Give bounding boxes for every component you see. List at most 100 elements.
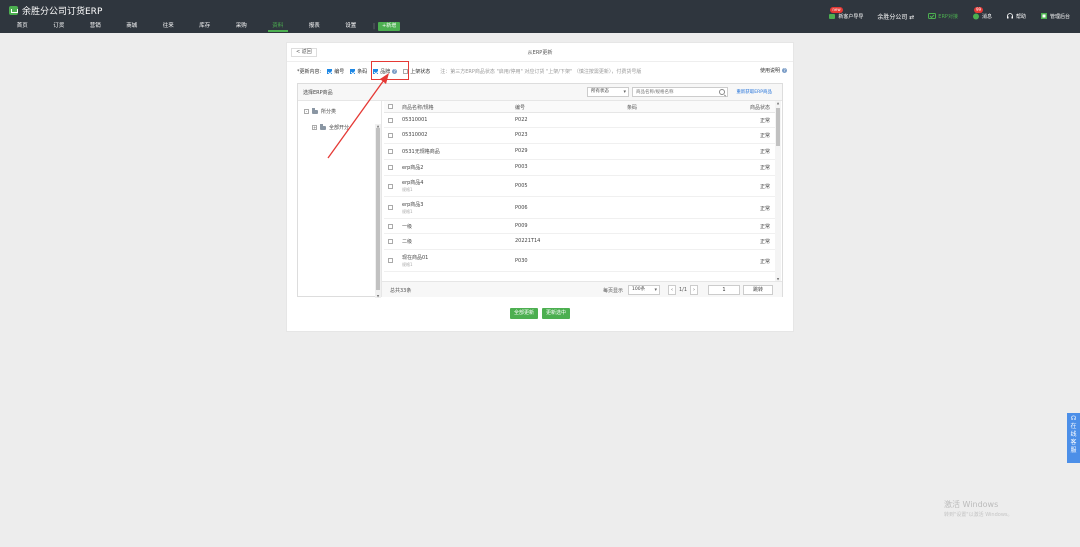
cell-name: 05310001 xyxy=(402,117,428,123)
messages-button[interactable]: 99 消息 xyxy=(972,7,992,20)
cell-status: 正常 xyxy=(759,224,770,230)
cell-code: P006 xyxy=(515,205,528,211)
row-checkbox[interactable] xyxy=(388,165,393,170)
go-to-page-button[interactable]: 跳转 xyxy=(743,285,773,295)
action-bar: 全部更新 更新选中 xyxy=(287,308,793,319)
erp-link[interactable]: ERP对接 xyxy=(928,12,958,20)
per-page-select[interactable]: 100条 xyxy=(628,285,660,295)
admin-button[interactable]: 管理后台 xyxy=(1040,12,1070,20)
col-code: 编号 xyxy=(515,105,526,111)
cell-status: 正常 xyxy=(759,118,770,124)
nav-item-home[interactable]: 首页 xyxy=(4,19,41,33)
page-title: 从ERP更新 xyxy=(527,50,553,56)
table-row[interactable]: erp商品2 P003 正常 xyxy=(384,160,776,176)
nav-item-inventory[interactable]: 库存 xyxy=(187,19,224,33)
update-options-label: *更新内容: xyxy=(297,68,322,75)
divider xyxy=(287,61,793,62)
guide-icon: new xyxy=(828,7,843,20)
cell-name: erp商品2 xyxy=(402,165,424,171)
row-checkbox[interactable] xyxy=(388,224,393,229)
nav-item-purchase[interactable]: 采购 xyxy=(223,19,260,33)
table-row[interactable]: 05310002 P023 正常 xyxy=(384,128,776,144)
cell-code: P029 xyxy=(515,148,528,154)
row-checkbox[interactable] xyxy=(388,184,393,189)
option-shelf-status-label: 上架状态 xyxy=(410,68,431,75)
cell-status: 正常 xyxy=(759,184,770,190)
company-switcher[interactable]: 余胜分公司 ⇄ xyxy=(877,12,914,21)
next-page-button[interactable]: › xyxy=(690,285,699,295)
help-link[interactable]: 使用说明 ? xyxy=(760,67,787,74)
chat-char: 服 xyxy=(1070,447,1077,454)
activation-watermark-text: 转到"设置"以激活 Windows。 xyxy=(944,512,1013,518)
table-row[interactable]: erp商品4 规格1 P005 正常 xyxy=(384,176,776,197)
search-icon[interactable] xyxy=(719,89,725,95)
nav-item-data[interactable]: 资料 xyxy=(260,19,297,33)
folder-icon xyxy=(312,108,318,114)
new-button[interactable]: +新增 xyxy=(378,21,401,31)
table-row[interactable]: erp商品3 规格1 P006 正常 xyxy=(384,197,776,219)
col-status: 商品状态 xyxy=(749,105,770,111)
prev-page-button[interactable]: ‹ xyxy=(668,285,676,295)
cell-code: P003 xyxy=(515,164,528,170)
chat-icon: ☊ xyxy=(1070,415,1077,422)
cell-name: erp商品4 xyxy=(402,180,424,186)
cell-name: 一级 xyxy=(402,224,413,230)
search-input[interactable] xyxy=(633,88,715,97)
arrow-line xyxy=(327,79,385,159)
cell-name: 05310002 xyxy=(402,132,428,138)
cell-status: 正常 xyxy=(759,206,770,212)
main-nav: 首页 订货 营销 商城 往来 库存 采购 资料 报表 设置 | +新增 xyxy=(0,19,401,33)
refetch-erp-link[interactable]: 重新获取ERP商品 xyxy=(736,89,772,95)
row-checkbox[interactable] xyxy=(388,239,393,244)
brand[interactable]: 余胜分公司订货ERP xyxy=(9,4,102,17)
help-button[interactable]: 帮助 xyxy=(1006,12,1026,20)
nav-item-reports[interactable]: 报表 xyxy=(296,19,333,33)
nav-item-settings[interactable]: 设置 xyxy=(333,19,370,33)
page-info: 1/1 xyxy=(679,287,688,293)
admin-icon xyxy=(1040,12,1048,20)
col-barcode: 条码 xyxy=(627,105,638,111)
table-row[interactable]: 一级 P009 正常 xyxy=(384,219,776,234)
product-table: 商品名称/规格 编号 条码 商品状态 05310001 P022 正常 0531… xyxy=(384,101,782,281)
new-badge: new xyxy=(830,7,843,13)
update-selected-button[interactable]: 更新选中 xyxy=(542,308,571,319)
table-footer: 总共33条 每页显示 100条 ‹ 1/1 › 1 跳转 xyxy=(382,281,782,297)
erp-link-label: ERP对接 xyxy=(938,13,958,20)
option-note: 注：第三方ERP商品状态 "启用/停用" 对应订货 "上架/下架" （慎注按需更… xyxy=(440,68,642,75)
chat-char: 线 xyxy=(1070,431,1077,438)
collapse-icon[interactable]: - xyxy=(304,109,309,114)
arrow-head xyxy=(380,73,389,84)
admin-label: 管理后台 xyxy=(1049,13,1070,20)
activation-watermark-title: 激活 Windows xyxy=(944,500,999,509)
link-icon xyxy=(928,12,937,20)
nav-separator: | xyxy=(373,22,376,30)
online-service-button[interactable]: ☊ 在 线 客 服 xyxy=(1067,413,1080,463)
expand-icon[interactable]: + xyxy=(312,125,317,130)
update-all-button[interactable]: 全部更新 xyxy=(509,308,538,319)
cell-status: 正常 xyxy=(759,259,770,265)
table-row[interactable]: 二级 20221T14 正常 xyxy=(384,234,776,250)
page-number-input[interactable]: 1 xyxy=(708,285,740,295)
nav-item-marketing[interactable]: 营销 xyxy=(77,19,114,33)
per-page-label: 每页显示 xyxy=(603,288,624,294)
table-row[interactable]: 0531无规格商品 P029 正常 xyxy=(384,144,776,160)
cell-code: P022 xyxy=(515,117,528,123)
scroll-up-icon[interactable]: ▲ xyxy=(775,101,781,105)
status-select[interactable]: 所有状态 xyxy=(587,87,629,97)
scrollbar-thumb[interactable] xyxy=(776,108,780,146)
help-link-label: 使用说明 xyxy=(759,68,780,74)
new-guide-button[interactable]: new 新客户导导 xyxy=(828,7,863,20)
logo-icon xyxy=(9,5,18,15)
row-checkbox[interactable] xyxy=(388,258,393,263)
scroll-down-icon[interactable]: ▼ xyxy=(375,294,381,298)
table-row[interactable]: 05310001 P022 正常 xyxy=(384,113,776,128)
table-scrollbar[interactable]: ▲ ▼ xyxy=(775,101,781,281)
nav-item-mall[interactable]: 商城 xyxy=(114,19,151,33)
search-box xyxy=(632,87,728,97)
cell-code: P030 xyxy=(515,258,528,264)
table-header: 商品名称/规格 编号 条码 商品状态 xyxy=(384,101,776,113)
nav-item-accounts[interactable]: 往来 xyxy=(150,19,187,33)
nav-item-orders[interactable]: 订货 xyxy=(41,19,78,33)
table-row[interactable]: 现在商品01 规格1 P030 正常 xyxy=(384,250,776,272)
row-checkbox[interactable] xyxy=(388,205,393,210)
